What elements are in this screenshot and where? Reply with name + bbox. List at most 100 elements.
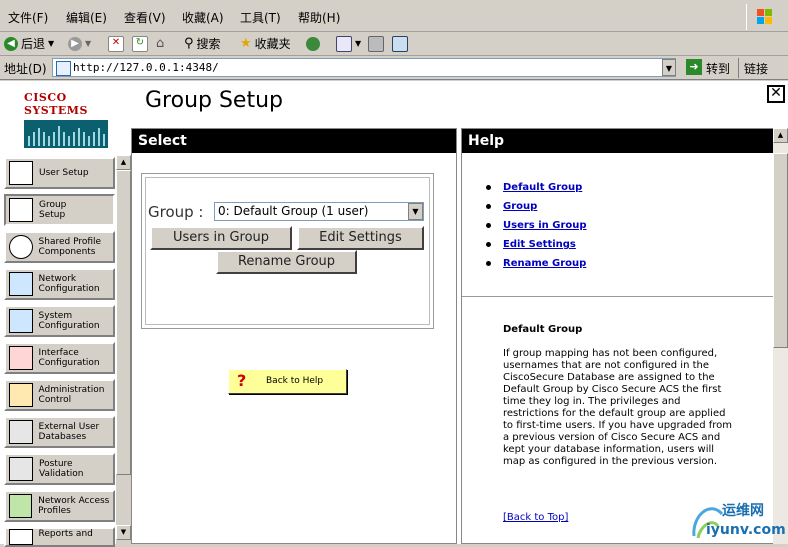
nav-network-config[interactable]: Network Configuration [4,268,115,300]
windows-logo-icon [746,4,782,30]
address-label: 地址(D) [4,62,47,76]
star-icon: ★ [240,36,252,51]
search-label: 搜索 [196,37,221,51]
print-button[interactable] [368,35,384,53]
network-icon [9,272,33,296]
network-access-icon [9,494,33,518]
left-nav: User Setup Group Setup Shared Profile Co… [0,153,131,547]
stop-button[interactable]: ✕ [108,35,124,53]
help-link-group[interactable]: Group [486,197,587,216]
back-button[interactable]: ◀ 后退 ▼ [4,35,54,53]
menu-favorites[interactable]: 收藏(A) [182,9,224,26]
edit-page-button[interactable] [392,35,408,53]
printer-icon [368,36,384,52]
posture-icon [9,457,33,481]
administration-icon [9,383,33,407]
back-to-help-button[interactable]: ? Back to Help [228,369,347,394]
nav-user-setup[interactable]: User Setup [4,157,115,189]
forward-dropdown-icon[interactable]: ▼ [85,35,91,53]
go-arrow-icon[interactable]: ➜ [686,59,702,75]
back-label: 后退 [21,37,46,51]
toolbar: ◀ 后退 ▼ ▶ ▼ ✕ ↻ ⌂ ⚲ 搜索 ★ 收藏夹 ▼ [0,32,788,56]
menu-bar: 文件(F) 编辑(E) 查看(V) 收藏(A) 工具(T) 帮助(H) [0,0,788,32]
history-icon [306,37,320,51]
watermark-logo: 运维网 iyunv.com [688,496,788,544]
help-section-body: If group mapping has not been configured… [503,348,733,467]
rename-group-button[interactable]: Rename Group [216,250,357,274]
menu-view[interactable]: 查看(V) [124,9,166,26]
nav-network-access-profiles[interactable]: Network Access Profiles [4,490,115,522]
page-icon [56,61,71,76]
nav-shared-profile[interactable]: Shared Profile Components [4,231,115,263]
chevron-down-icon[interactable]: ▼ [408,203,423,220]
go-button[interactable]: 转到 [706,60,730,77]
group-setup-icon [9,198,33,222]
interface-config-icon [9,346,33,370]
nav-posture-validation[interactable]: Posture Validation [4,453,115,485]
favorites-button[interactable]: ★ 收藏夹 [240,35,291,53]
home-button[interactable]: ⌂ [156,35,170,53]
user-setup-icon [9,161,33,185]
shared-profile-icon [9,235,33,259]
select-panel-title: Select [132,129,456,153]
edit-page-icon [392,36,408,52]
nav-external-db[interactable]: External User Databases [4,416,115,448]
users-in-group-button[interactable]: Users in Group [150,226,292,250]
nav-scrollbar[interactable]: ▲ ▼ [116,155,131,544]
scroll-up-icon[interactable]: ▲ [116,155,131,170]
search-icon: ⚲ [184,36,194,51]
scroll-down-icon[interactable]: ▼ [116,525,131,540]
address-url: http://127.0.0.1:4348/ [73,61,219,74]
menu-help[interactable]: 帮助(H) [298,9,340,26]
mail-icon [336,36,352,52]
group-select[interactable]: 0: Default Group (1 user) [214,202,424,221]
help-section-heading: Default Group [503,324,583,335]
back-to-help-label: Back to Help [266,376,324,386]
history-button[interactable] [306,35,320,53]
nav-scroll-thumb[interactable] [116,170,131,475]
address-dropdown-icon[interactable]: ▼ [662,59,676,76]
help-panel-title: Help [462,129,773,153]
database-icon [9,420,33,444]
links-button[interactable]: 链接 [744,60,768,77]
help-links-list: Default Group Group Users in Group Edit … [486,178,587,273]
menu-file[interactable]: 文件(F) [8,9,48,26]
system-config-icon [9,309,33,333]
close-icon[interactable]: ✕ [767,85,785,103]
refresh-button[interactable]: ↻ [132,35,148,53]
mail-button[interactable]: ▼ [336,35,361,53]
cisco-logo: Cisco Systems [24,91,108,148]
menu-edit[interactable]: 编辑(E) [66,9,107,26]
cisco-brand-text: Cisco Systems [24,91,88,117]
edit-settings-button[interactable]: Edit Settings [297,226,424,250]
watermark-cn: 运维网 [722,503,764,519]
help-link-users-in-group[interactable]: Users in Group [486,216,587,235]
help-link-rename-group[interactable]: Rename Group [486,254,587,273]
search-button[interactable]: ⚲ 搜索 [184,35,221,53]
help-divider [462,296,773,297]
menu-tools[interactable]: 工具(T) [240,9,281,26]
nav-reports[interactable]: Reports and [4,527,115,547]
reports-icon [9,529,33,545]
help-scroll-up-icon[interactable]: ▲ [773,128,788,143]
refresh-icon: ↻ [132,36,148,52]
forward-button[interactable]: ▶ ▼ [68,35,91,53]
help-scroll-thumb[interactable] [773,153,788,348]
home-icon: ⌂ [156,36,165,51]
nav-group-setup[interactable]: Group Setup [4,194,115,226]
group-label: Group : [148,203,204,221]
back-to-top-link[interactable]: [Back to Top] [503,512,568,523]
back-dropdown-icon[interactable]: ▼ [48,35,54,53]
help-link-edit-settings[interactable]: Edit Settings [486,235,587,254]
stop-icon: ✕ [108,36,124,52]
mail-dropdown-icon[interactable]: ▼ [355,35,361,53]
forward-arrow-icon: ▶ [68,37,82,51]
help-question-icon: ? [237,371,247,390]
back-arrow-icon: ◀ [4,37,18,51]
watermark-domain: iyunv.com [706,522,786,538]
help-link-default-group[interactable]: Default Group [486,178,587,197]
address-input[interactable]: http://127.0.0.1:4348/ [52,58,676,77]
nav-interface-config[interactable]: Interface Configuration [4,342,115,374]
nav-system-config[interactable]: System Configuration [4,305,115,337]
nav-administration[interactable]: Administration Control [4,379,115,411]
